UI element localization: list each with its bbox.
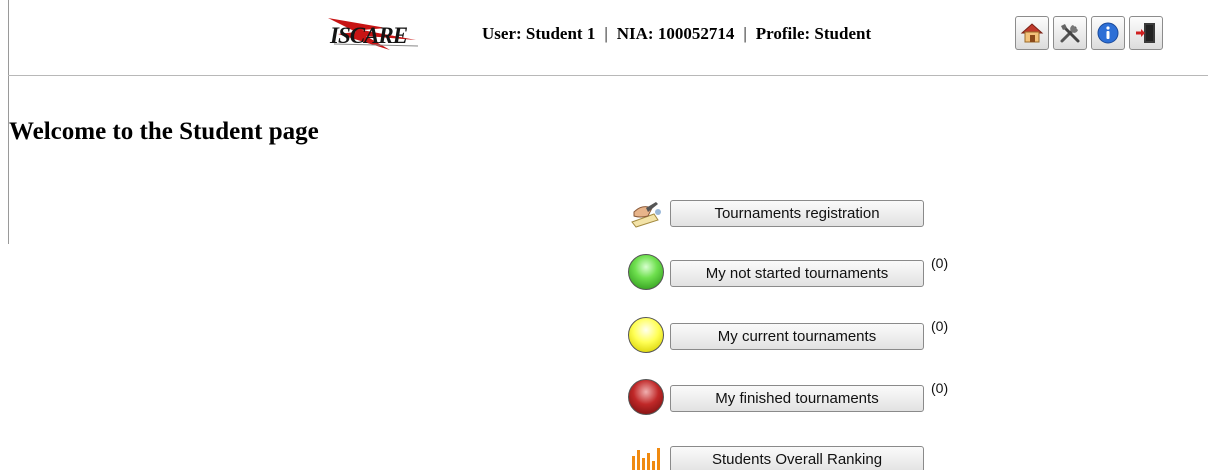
- overall-ranking-button[interactable]: Students Overall Ranking: [670, 446, 924, 470]
- menu-item-not-started: My not started tournaments (0): [624, 252, 964, 292]
- exit-door-icon: [1136, 23, 1155, 43]
- writing-hand-icon: [624, 192, 668, 232]
- home-button[interactable]: [1015, 16, 1049, 50]
- red-orb-icon: [624, 377, 668, 417]
- yellow-orb-icon: [624, 315, 668, 355]
- current-count: (0): [931, 318, 949, 334]
- logo-text: ISCARE: [330, 23, 408, 48]
- finished-count: (0): [931, 380, 949, 396]
- separator: |: [604, 24, 608, 43]
- current-tournaments-button[interactable]: My current tournaments: [670, 323, 924, 350]
- finished-tournaments-button[interactable]: My finished tournaments: [670, 385, 924, 412]
- not-started-tournaments-button[interactable]: My not started tournaments: [670, 260, 924, 287]
- iscare-logo: ISCARE: [326, 14, 422, 54]
- nia-label: NIA: 100052714: [616, 24, 735, 43]
- menu-item-tournaments-registration: Tournaments registration: [624, 192, 964, 232]
- header-toolbar: [1015, 16, 1163, 50]
- house-icon: [1020, 23, 1044, 43]
- header-divider: [8, 75, 1208, 76]
- green-orb-icon: [624, 252, 668, 292]
- tools-button[interactable]: [1053, 16, 1087, 50]
- bar-chart-icon: [624, 438, 668, 470]
- user-info-bar: User: Student 1 | NIA: 100052714 | Profile: …: [482, 24, 871, 44]
- not-started-count: (0): [931, 255, 949, 271]
- menu-item-overall-ranking: Students Overall Ranking: [624, 438, 964, 470]
- user-label: User: Student 1: [482, 24, 596, 43]
- logout-button[interactable]: [1129, 16, 1163, 50]
- page-title: Welcome to the Student page: [9, 118, 319, 145]
- profile-label: Profile: Student: [755, 24, 872, 43]
- separator: |: [743, 24, 747, 43]
- info-button[interactable]: [1091, 16, 1125, 50]
- tools-icon: [1060, 24, 1080, 43]
- info-icon: [1097, 22, 1119, 44]
- menu-item-finished: My finished tournaments (0): [624, 377, 964, 417]
- tournaments-registration-button[interactable]: Tournaments registration: [670, 200, 924, 227]
- menu-item-current: My current tournaments (0): [624, 315, 964, 355]
